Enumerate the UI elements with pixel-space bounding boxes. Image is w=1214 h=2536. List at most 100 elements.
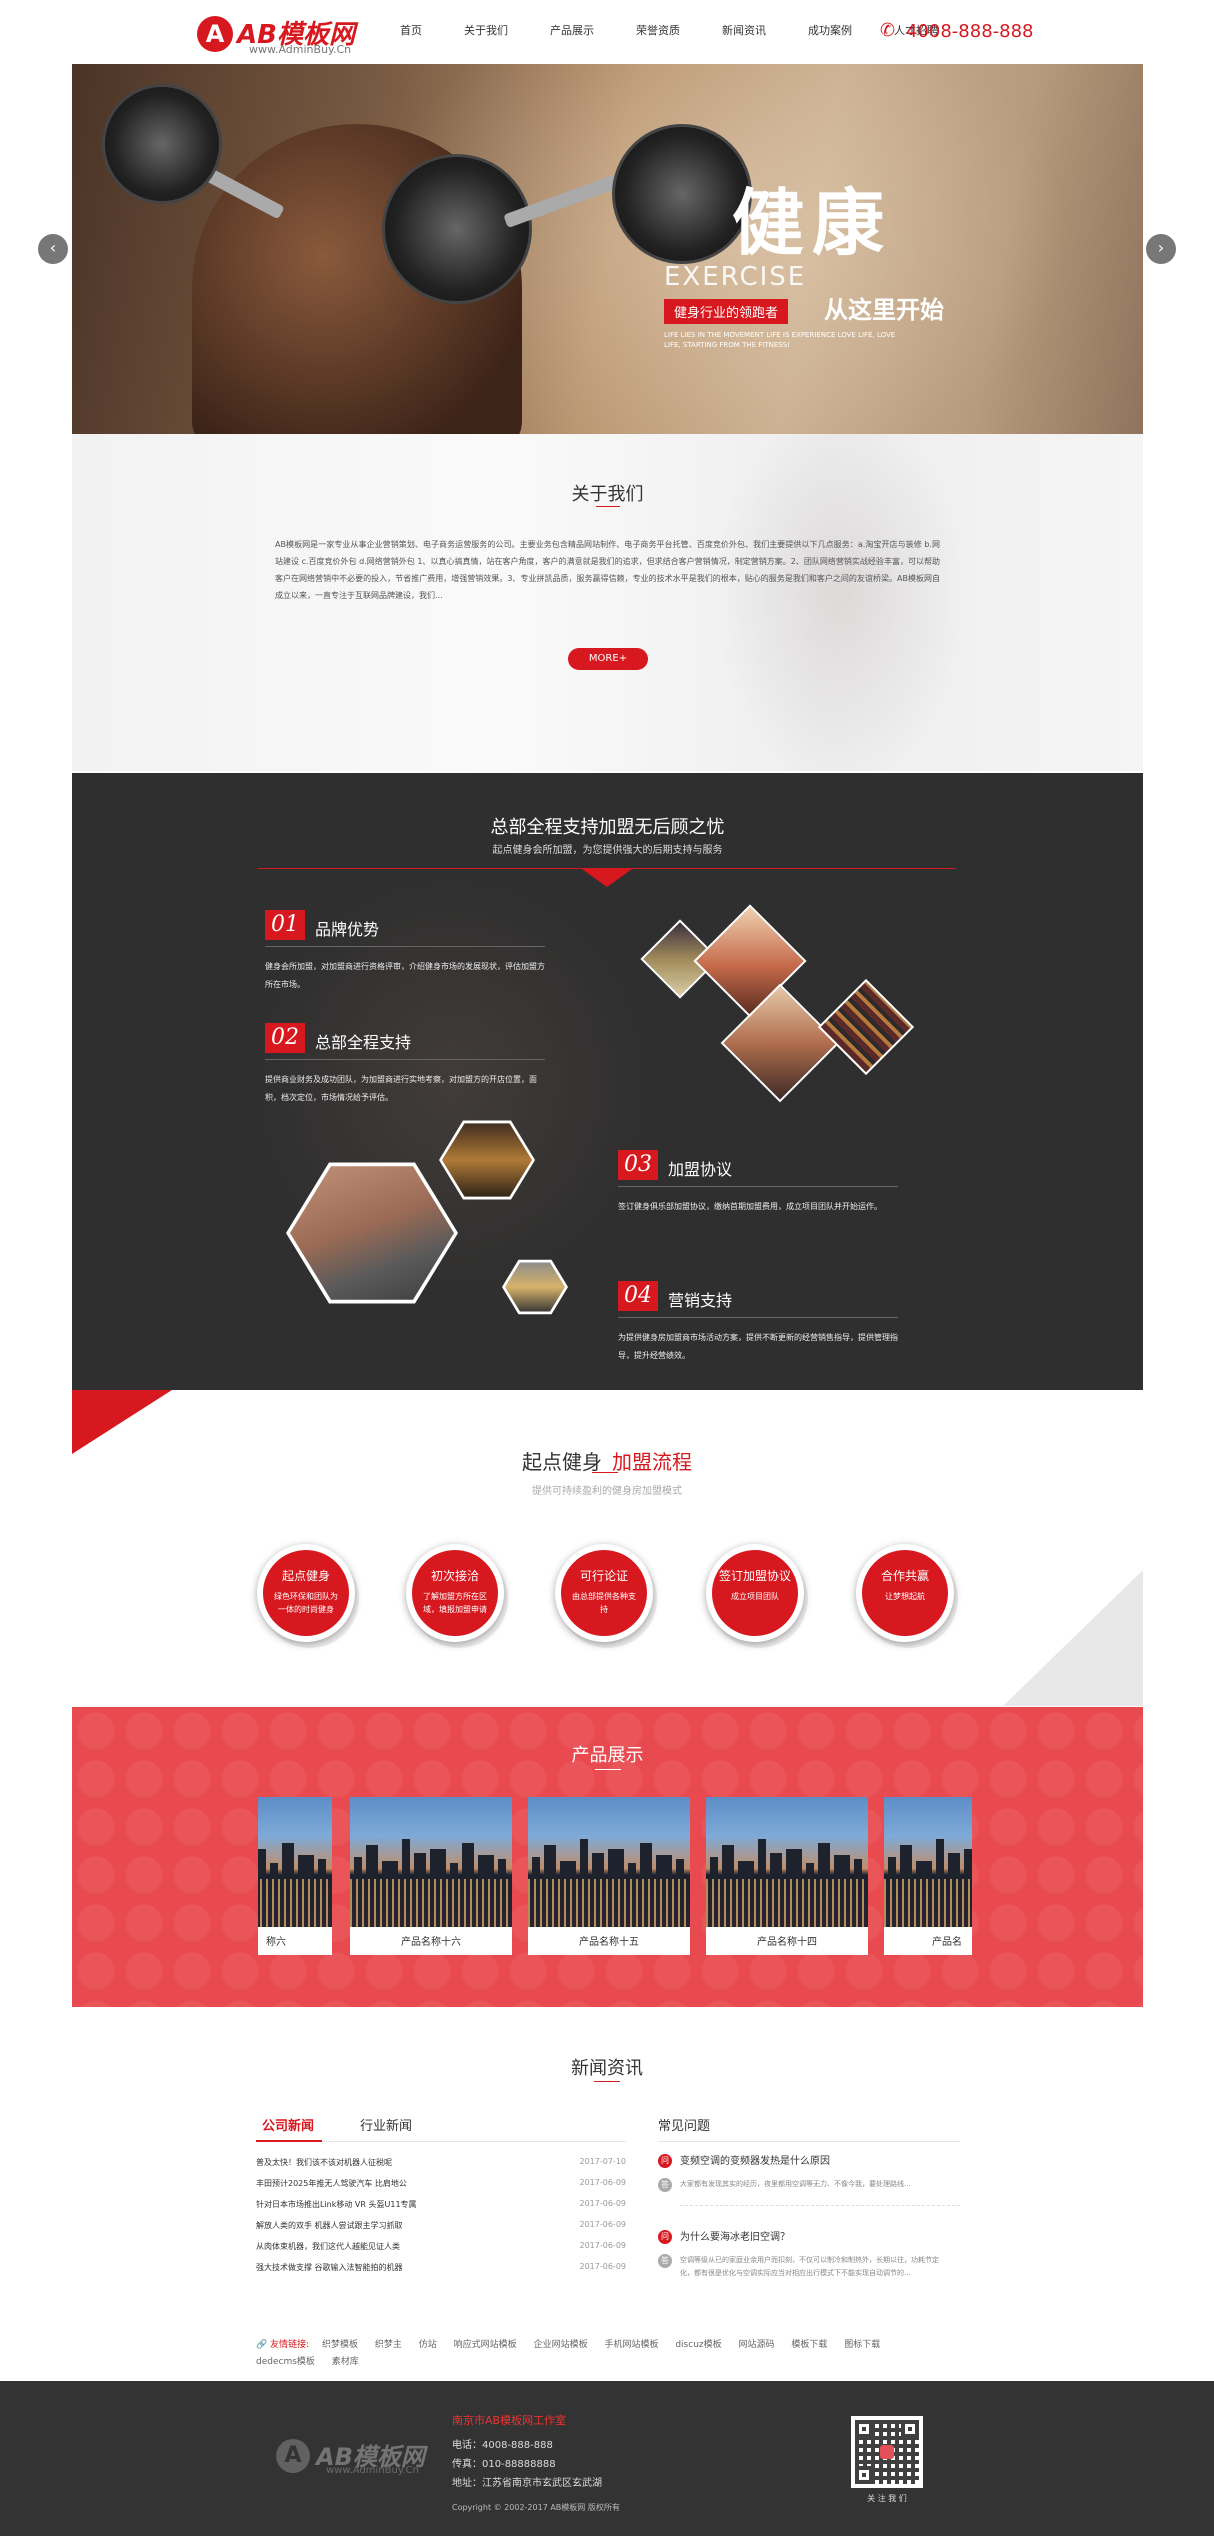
support-subtitle: 起点健身会所加盟，为您提供强大的后期支持与服务 (492, 845, 723, 856)
friend-link[interactable]: 织梦模板 (322, 2340, 358, 2350)
qr-code (851, 2416, 923, 2488)
friend-link[interactable]: 仿站 (419, 2340, 437, 2350)
product-carousel[interactable]: 称六 产品名称十六 产品名称十五 产品名称十四 产品名 (258, 1797, 972, 1957)
news-row-title: 普及太快！我们该不该对机器人征税呢 (256, 2158, 392, 2167)
skyline-building (560, 1861, 576, 1879)
nav-news[interactable]: 新闻资讯 (722, 22, 766, 42)
phone-number: 4008-888-888 (906, 20, 1034, 42)
skyline-building (544, 1845, 556, 1879)
banner-small-text: LIFE LIES IN THE MOVEMENT LIFE IS EXPERI… (664, 331, 896, 349)
faq-answer-text: 空调等级从已的家庭业余用户而扣刻，不仅可以制冷和制热外，长期以往，功耗节定化，都… (680, 2256, 939, 2277)
friend-link[interactable]: 图标下载 (844, 2340, 880, 2350)
gym-photo-diamond (817, 978, 915, 1076)
product-image (706, 1797, 868, 1927)
products-title: 产品展示 (571, 1745, 644, 1766)
flow-title-underline (592, 1472, 618, 1473)
skyline-building (402, 1839, 410, 1879)
friend-link[interactable]: 素材库 (332, 2357, 359, 2367)
products-title-underline (595, 1769, 621, 1770)
news-tab-active-underline (256, 2140, 322, 2142)
news-row[interactable]: 针对日本市场推出Link移动 VR 头盔U11专属 2017-06-09 (256, 2199, 626, 2210)
flow-title-brand: 起点健身 (522, 1450, 602, 1474)
phone-contact: ✆ 4008-888-888 (880, 20, 1034, 42)
nav-products[interactable]: 产品展示 (550, 22, 594, 42)
product-card[interactable]: 产品名称十六 (350, 1797, 512, 1955)
skyline-building (270, 1863, 278, 1879)
flow-step-5[interactable]: 合作共赢 让梦想起航 (856, 1544, 954, 1642)
banner-next-arrow[interactable]: › (1146, 234, 1176, 264)
friend-link[interactable]: 企业网站模板 (534, 2340, 588, 2350)
nav-honors[interactable]: 荣誉资质 (636, 22, 680, 42)
about-title-underline (596, 506, 620, 507)
logo[interactable]: A AB模板网 www.AdminBuy.Cn (197, 10, 367, 56)
answer-icon: 答 (658, 2254, 672, 2268)
friend-link[interactable]: 织梦主 (375, 2340, 402, 2350)
faq-question-text: 为什么要海冰老旧空调？ (680, 2232, 790, 2243)
nav-about[interactable]: 关于我们 (464, 22, 508, 42)
step-text: 让梦想起航 (885, 1592, 925, 1601)
product-name: 产品名 (932, 1937, 962, 1948)
feature-divider (265, 946, 545, 947)
product-name: 产品名称十五 (579, 1937, 639, 1948)
skyline-building (608, 1849, 624, 1879)
news-row[interactable]: 强大技术做支撑 谷歌输入法智能拍的机器 2017-06-09 (256, 2262, 626, 2273)
news-row-date: 2017-07-10 (579, 2157, 627, 2166)
qr-code-pattern (855, 2420, 919, 2484)
faq-question[interactable]: 问为什么要海冰老旧空调？ (658, 2228, 790, 2244)
skyline-building (592, 1853, 604, 1879)
news-row[interactable]: 丰田预计2025年推无人驾驶汽车 比肩地公 2017-06-09 (256, 2178, 626, 2189)
flow-step-2[interactable]: 初次接洽 了解加盟方所在区域，填报加盟申请 (406, 1544, 504, 1642)
product-image (350, 1797, 512, 1927)
footer-logo: A AB模板网 www.AdminBuy.Cn (276, 2435, 436, 2479)
product-card[interactable]: 产品名 (884, 1797, 972, 1955)
skyline-building (656, 1855, 672, 1879)
dumbbell-plate (102, 84, 222, 204)
skyline-building (462, 1843, 474, 1879)
news-row[interactable]: 从肉体束机器，我们这代人越能见证人类 2017-06-09 (256, 2241, 626, 2252)
skyline-building (258, 1849, 266, 1879)
feature-text: 健身会所加盟，对加盟商进行资格评审，介绍健身市场的发展现状，评估加盟方所在市场。 (265, 962, 545, 989)
footer-tel: 电话：4008-888-888 (452, 2440, 553, 2451)
flow-step-3[interactable]: 可行论证 由总部提供各种支持 (555, 1544, 653, 1642)
news-row-title: 强大技术做支撑 谷歌输入法智能拍的机器 (256, 2263, 403, 2272)
friend-link[interactable]: 响应式网站模板 (454, 2340, 517, 2350)
product-card[interactable]: 产品名称十四 (706, 1797, 868, 1955)
news-row[interactable]: 解放人类的双手 机器人尝试跟主学习抓取 2017-06-09 (256, 2220, 626, 2231)
flow-step-1[interactable]: 起点健身 绿色环保和团队为一体的时尚健身 (257, 1544, 355, 1642)
nav-cases[interactable]: 成功案例 (808, 22, 852, 42)
about-section: 关于我们 AB模板网是一家专业从事企业营销策划、电子商务运营服务的公司。主要业务… (72, 434, 1143, 771)
dumbbell-plate (612, 124, 752, 264)
step-text: 绿色环保和团队为一体的时尚健身 (274, 1592, 338, 1614)
skyline-building (414, 1853, 426, 1879)
news-row-date: 2017-06-09 (579, 2199, 627, 2208)
friend-link[interactable]: 手机网站模板 (604, 2340, 658, 2350)
faq-separator (680, 2205, 960, 2206)
friend-link[interactable]: dedecms模板 (256, 2357, 315, 2367)
tab-industry-news[interactable]: 行业新闻 (360, 2115, 412, 2134)
banner-title: 健康 (732, 180, 893, 265)
friend-link[interactable]: discuz模板 (675, 2340, 721, 2350)
about-title: 关于我们 (571, 484, 644, 505)
feature-number: 03 (618, 1150, 658, 1180)
product-card[interactable]: 产品名称十五 (528, 1797, 690, 1955)
friend-link[interactable]: 网站源码 (739, 2340, 775, 2350)
skyline-building (758, 1839, 766, 1879)
banner-prev-arrow[interactable]: ‹ (38, 234, 68, 264)
skyline-building (450, 1863, 458, 1879)
news-row[interactable]: 普及太快！我们该不该对机器人征税呢 2017-07-10 (256, 2157, 626, 2168)
friend-link[interactable]: 模板下载 (791, 2340, 827, 2350)
product-card[interactable]: 称六 (258, 1797, 332, 1955)
flow-step-4[interactable]: 签订加盟协议 成立项目团队 (706, 1544, 804, 1642)
feature-title: 总部全程支持 (315, 1033, 412, 1052)
banner-subtitle: 从这里开始 (824, 296, 944, 324)
skyline-building (916, 1861, 932, 1879)
skyline-building (948, 1853, 960, 1879)
faq-question[interactable]: 问变频空调的变频器发热是什么原因 (658, 2152, 830, 2168)
skyline-building (818, 1843, 830, 1879)
skyline-building (532, 1857, 540, 1879)
nav-home[interactable]: 首页 (400, 22, 422, 42)
feature-number: 04 (618, 1281, 658, 1311)
more-button[interactable]: MORE+ (568, 648, 648, 670)
faq-answer: 答空调等级从已的家庭业余用户而扣刻，不仅可以制冷和制热外，长期以往，功耗节定化，… (658, 2254, 960, 2280)
tab-company-news[interactable]: 公司新闻 (262, 2115, 314, 2134)
